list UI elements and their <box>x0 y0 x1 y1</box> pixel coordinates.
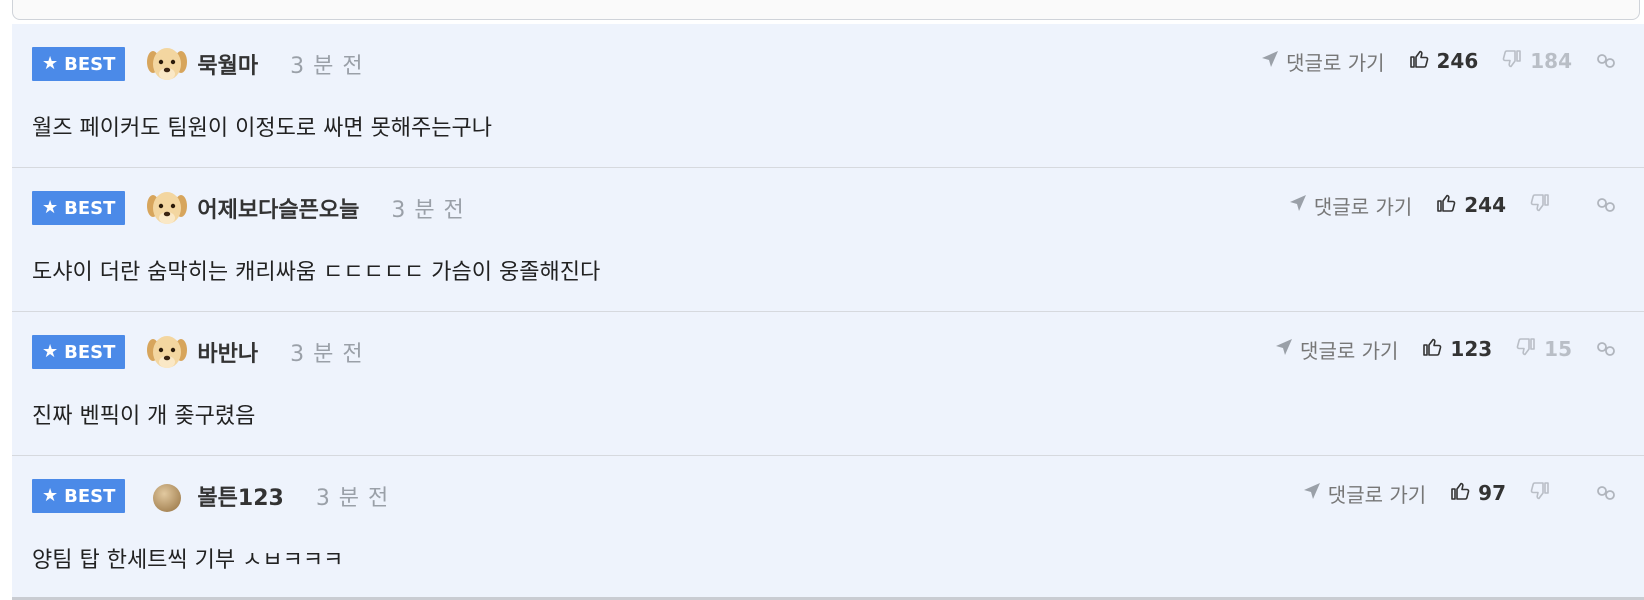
comment-header: ★ BEST 볼튼123 3 분 전 <box>32 476 389 516</box>
dog-avatar-icon[interactable] <box>145 330 189 374</box>
thumbs-down-icon <box>1528 479 1552 508</box>
thumbs-down-icon <box>1514 335 1538 364</box>
best-badge-label: BEST <box>64 53 116 75</box>
comment-header: ★ BEST 어제보다슬픈오늘 3 분 전 <box>32 188 465 228</box>
dog-avatar-icon[interactable] <box>145 42 189 86</box>
goto-comment-label: 댓글로 가기 <box>1327 482 1427 507</box>
username[interactable]: 볼튼123 <box>197 480 283 512</box>
like-button[interactable]: 244 <box>1434 191 1506 220</box>
goto-comment-label: 댓글로 가기 <box>1313 194 1413 219</box>
thumbs-up-icon <box>1407 47 1431 76</box>
comment-actions: 댓글로 가기 123 15 <box>1274 334 1618 364</box>
comment-item: ★ BEST 묵월마 3 분 전 댓글로 가기 246 184 월즈 페이커도 … <box>12 24 1644 168</box>
star-icon: ★ <box>42 485 59 506</box>
navigation-arrow-icon <box>1274 337 1294 362</box>
like-button[interactable]: 97 <box>1448 479 1506 508</box>
link-icon[interactable] <box>1594 337 1618 361</box>
comment-item: ★ BEST 어제보다슬픈오늘 3 분 전 댓글로 가기 244 도샤이 더란 … <box>12 168 1644 312</box>
comment-header: ★ BEST 바반나 3 분 전 <box>32 332 364 372</box>
navigation-arrow-icon <box>1260 49 1280 74</box>
circle-avatar-icon[interactable] <box>145 474 189 518</box>
goto-comment-link[interactable]: 댓글로 가기 <box>1274 335 1398 364</box>
link-icon[interactable] <box>1594 193 1618 217</box>
goto-comment-label: 댓글로 가기 <box>1286 50 1385 75</box>
star-icon: ★ <box>42 341 59 362</box>
thumbs-up-icon <box>1434 191 1458 220</box>
best-badge: ★ BEST <box>32 335 126 369</box>
dislike-count: 184 <box>1530 49 1572 73</box>
timestamp: 3 분 전 <box>290 342 364 367</box>
dislike-button[interactable]: 15 <box>1514 335 1572 364</box>
username[interactable]: 어제보다슬픈오늘 <box>197 192 359 224</box>
navigation-arrow-icon <box>1302 481 1322 506</box>
comment-text: 진짜 벤픽이 개 좆구렸음 <box>32 404 256 429</box>
like-button[interactable]: 246 <box>1407 47 1479 76</box>
comment-text: 양팀 탑 한세트씩 기부 ㅅㅂㅋㅋㅋ <box>32 548 344 573</box>
star-icon: ★ <box>42 197 59 218</box>
timestamp: 3 분 전 <box>391 198 465 223</box>
best-badge: ★ BEST <box>32 191 126 225</box>
like-count: 246 <box>1436 49 1479 73</box>
comment-text: 도샤이 더란 숨막히는 캐리싸움 ㄷㄷㄷㄷㄷ 가슴이 웅졸해진다 <box>32 260 601 285</box>
goto-comment-link[interactable]: 댓글로 가기 <box>1260 47 1385 76</box>
username[interactable]: 묵월마 <box>197 48 258 80</box>
best-comments-list: ★ BEST 묵월마 3 분 전 댓글로 가기 246 184 월즈 페이커도 … <box>12 24 1644 600</box>
best-badge: ★ BEST <box>32 479 126 513</box>
link-icon[interactable] <box>1594 481 1618 505</box>
goto-comment-link[interactable]: 댓글로 가기 <box>1302 479 1426 508</box>
best-badge: ★ BEST <box>32 47 126 81</box>
goto-comment-link[interactable]: 댓글로 가기 <box>1288 191 1412 220</box>
timestamp: 3 분 전 <box>290 54 364 79</box>
dislike-count: 15 <box>1544 337 1572 361</box>
like-button[interactable]: 123 <box>1420 335 1492 364</box>
best-badge-label: BEST <box>64 341 116 363</box>
comment-item: ★ BEST 볼튼123 3 분 전 댓글로 가기 97 양팀 탑 한세트씩 기… <box>12 456 1644 600</box>
comment-item: ★ BEST 바반나 3 분 전 댓글로 가기 123 15 진짜 벤픽이 개 … <box>12 312 1644 456</box>
dog-avatar-icon[interactable] <box>145 186 189 230</box>
comment-text: 월즈 페이커도 팀원이 이정도로 싸면 못해주는구나 <box>32 116 493 141</box>
thumbs-down-icon <box>1528 191 1552 220</box>
thumbs-up-icon <box>1420 335 1444 364</box>
thumbs-down-icon <box>1500 47 1524 76</box>
top-panel <box>12 0 1640 20</box>
dislike-button[interactable]: 184 <box>1500 47 1572 76</box>
comment-actions: 댓글로 가기 97 <box>1302 478 1618 508</box>
thumbs-up-icon <box>1448 479 1472 508</box>
dislike-button[interactable] <box>1528 191 1572 220</box>
comment-actions: 댓글로 가기 246 184 <box>1260 46 1618 76</box>
best-badge-label: BEST <box>64 485 116 507</box>
like-count: 97 <box>1478 481 1506 505</box>
timestamp: 3 분 전 <box>315 486 390 511</box>
comment-actions: 댓글로 가기 244 <box>1288 190 1618 220</box>
navigation-arrow-icon <box>1288 193 1308 218</box>
like-count: 244 <box>1464 193 1506 217</box>
username[interactable]: 바반나 <box>197 336 258 368</box>
best-badge-label: BEST <box>64 197 116 219</box>
dislike-button[interactable] <box>1528 479 1572 508</box>
like-count: 123 <box>1450 337 1493 361</box>
link-icon[interactable] <box>1594 49 1618 73</box>
star-icon: ★ <box>42 53 59 74</box>
goto-comment-label: 댓글로 가기 <box>1300 338 1399 363</box>
comment-header: ★ BEST 묵월마 3 분 전 <box>32 44 364 84</box>
